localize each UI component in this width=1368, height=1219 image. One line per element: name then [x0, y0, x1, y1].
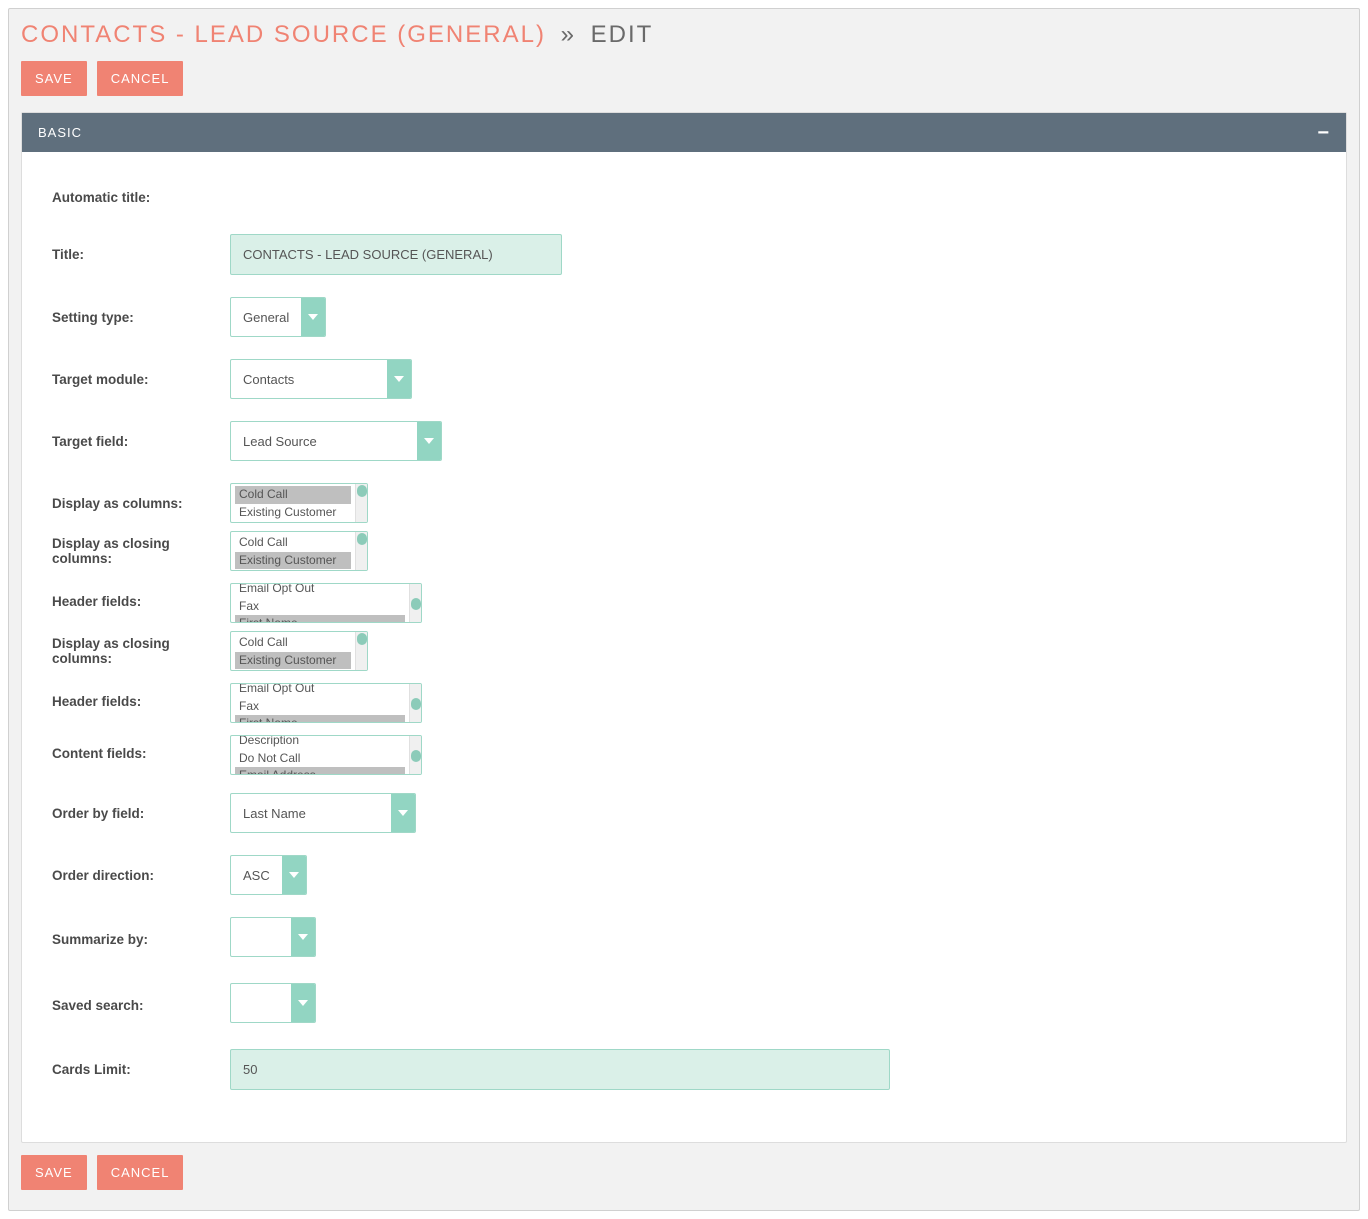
list-item[interactable]: Fax	[235, 598, 405, 616]
save-button-top[interactable]: SAVE	[21, 61, 87, 96]
row-order-by: Order by field: Last Name	[52, 793, 1316, 833]
page-title-main: CONTACTS - LEAD SOURCE (GENERAL)	[21, 21, 546, 48]
list-item[interactable]: Email Opt Out	[235, 683, 405, 698]
order-by-value: Last Name	[231, 794, 391, 832]
page-title: CONTACTS - LEAD SOURCE (GENERAL) » EDIT	[21, 21, 1347, 49]
target-field-value: Lead Source	[231, 422, 417, 460]
label-setting-type: Setting type:	[52, 310, 230, 325]
basic-panel: BASIC − Automatic title: Title: Setting …	[21, 112, 1347, 1143]
header-fields-list[interactable]: Email Opt OutFaxFirst Name	[230, 583, 422, 623]
chevron-down-icon[interactable]	[301, 298, 325, 336]
content-fields-list[interactable]: DescriptionDo Not CallEmail Address	[230, 735, 422, 775]
list-item[interactable]: Cold Call	[235, 534, 351, 552]
chevron-down-icon[interactable]	[291, 918, 315, 956]
scrollbar[interactable]	[409, 684, 421, 722]
label-title: Title:	[52, 247, 230, 262]
list-item[interactable]: Email Address	[235, 767, 405, 774]
order-direction-select[interactable]: ASC	[230, 855, 307, 895]
saved-search-value	[231, 984, 291, 1022]
setting-type-value: General	[231, 298, 301, 336]
page-title-sub: EDIT	[591, 21, 654, 48]
saved-search-select[interactable]	[230, 983, 316, 1023]
scrollbar[interactable]	[409, 584, 421, 622]
label-header-fields-2: Header fields:	[52, 694, 230, 709]
scrollbar[interactable]	[409, 736, 421, 774]
list-item[interactable]: Cold Call	[235, 634, 351, 652]
scrollbar[interactable]	[355, 484, 367, 522]
label-order-by: Order by field:	[52, 806, 230, 821]
list-item[interactable]: Cold Call	[235, 486, 351, 504]
chevron-down-icon[interactable]	[282, 856, 306, 894]
panel-title: BASIC	[38, 125, 82, 140]
chevron-down-icon[interactable]	[417, 422, 441, 460]
target-module-select[interactable]: Contacts	[230, 359, 412, 399]
row-content-fields: Content fields: DescriptionDo Not CallEm…	[52, 731, 1316, 775]
top-button-row: SAVE CANCEL	[21, 61, 1347, 96]
target-module-value: Contacts	[231, 360, 387, 398]
page-title-separator: »	[555, 21, 582, 48]
label-order-direction: Order direction:	[52, 868, 230, 883]
row-header-fields-2: Header fields: Email Opt OutFaxFirst Nam…	[52, 679, 1316, 723]
label-target-field: Target field:	[52, 434, 230, 449]
row-setting-type: Setting type: General	[52, 297, 1316, 337]
chevron-down-icon[interactable]	[291, 984, 315, 1022]
label-automatic-title: Automatic title:	[52, 190, 230, 205]
target-field-select[interactable]: Lead Source	[230, 421, 442, 461]
panel-header[interactable]: BASIC −	[22, 113, 1346, 152]
bottom-button-row: SAVE CANCEL	[21, 1155, 1347, 1190]
label-display-closing-2: Display as closing columns:	[52, 636, 230, 666]
display-closing2-list[interactable]: Cold CallExisting Customer	[230, 631, 368, 671]
list-item[interactable]: Existing Customer	[235, 552, 351, 570]
row-automatic-title: Automatic title:	[52, 182, 1316, 212]
page: CONTACTS - LEAD SOURCE (GENERAL) » EDIT …	[8, 8, 1360, 1211]
label-display-closing: Display as closing columns:	[52, 536, 230, 566]
label-summarize: Summarize by:	[52, 932, 230, 947]
display-closing-list[interactable]: Cold CallExisting Customer	[230, 531, 368, 571]
cancel-button-bottom[interactable]: CANCEL	[97, 1155, 184, 1190]
label-content-fields: Content fields:	[52, 746, 230, 761]
scrollbar[interactable]	[355, 632, 367, 670]
label-cards-limit: Cards Limit:	[52, 1062, 230, 1077]
row-title: Title:	[52, 234, 1316, 275]
chevron-down-icon[interactable]	[391, 794, 415, 832]
label-header-fields: Header fields:	[52, 594, 230, 609]
label-saved-search: Saved search:	[52, 998, 230, 1013]
save-button-bottom[interactable]: SAVE	[21, 1155, 87, 1190]
label-target-module: Target module:	[52, 372, 230, 387]
list-item[interactable]: First Name	[235, 715, 405, 722]
list-item[interactable]: Description	[235, 735, 405, 750]
summarize-select[interactable]	[230, 917, 316, 957]
label-display-columns: Display as columns:	[52, 496, 230, 511]
row-display-columns: Display as columns: Cold CallExisting Cu…	[52, 483, 1316, 523]
cards-limit-input[interactable]	[230, 1049, 890, 1090]
row-display-closing: Display as closing columns: Cold CallExi…	[52, 531, 1316, 571]
header-fields2-list[interactable]: Email Opt OutFaxFirst Name	[230, 683, 422, 723]
order-by-select[interactable]: Last Name	[230, 793, 416, 833]
row-order-direction: Order direction: ASC	[52, 855, 1316, 895]
display-columns-list[interactable]: Cold CallExisting Customer	[230, 483, 368, 523]
list-item[interactable]: Existing Customer	[235, 652, 351, 670]
row-summarize: Summarize by:	[52, 917, 1316, 961]
list-item[interactable]: Fax	[235, 698, 405, 716]
title-input[interactable]	[230, 234, 562, 275]
row-header-fields: Header fields: Email Opt OutFaxFirst Nam…	[52, 579, 1316, 623]
summarize-value	[231, 918, 291, 956]
cancel-button-top[interactable]: CANCEL	[97, 61, 184, 96]
row-cards-limit: Cards Limit:	[52, 1049, 1316, 1090]
row-target-field: Target field: Lead Source	[52, 421, 1316, 461]
row-saved-search: Saved search:	[52, 983, 1316, 1027]
list-item[interactable]: Existing Customer	[235, 504, 351, 522]
order-direction-value: ASC	[231, 856, 282, 894]
list-item[interactable]: Do Not Call	[235, 750, 405, 768]
list-item[interactable]: First Name	[235, 615, 405, 622]
chevron-down-icon[interactable]	[387, 360, 411, 398]
row-display-closing-2: Display as closing columns: Cold CallExi…	[52, 631, 1316, 671]
setting-type-select[interactable]: General	[230, 297, 326, 337]
scrollbar[interactable]	[355, 532, 367, 570]
list-item[interactable]: Email Opt Out	[235, 583, 405, 598]
row-target-module: Target module: Contacts	[52, 359, 1316, 399]
